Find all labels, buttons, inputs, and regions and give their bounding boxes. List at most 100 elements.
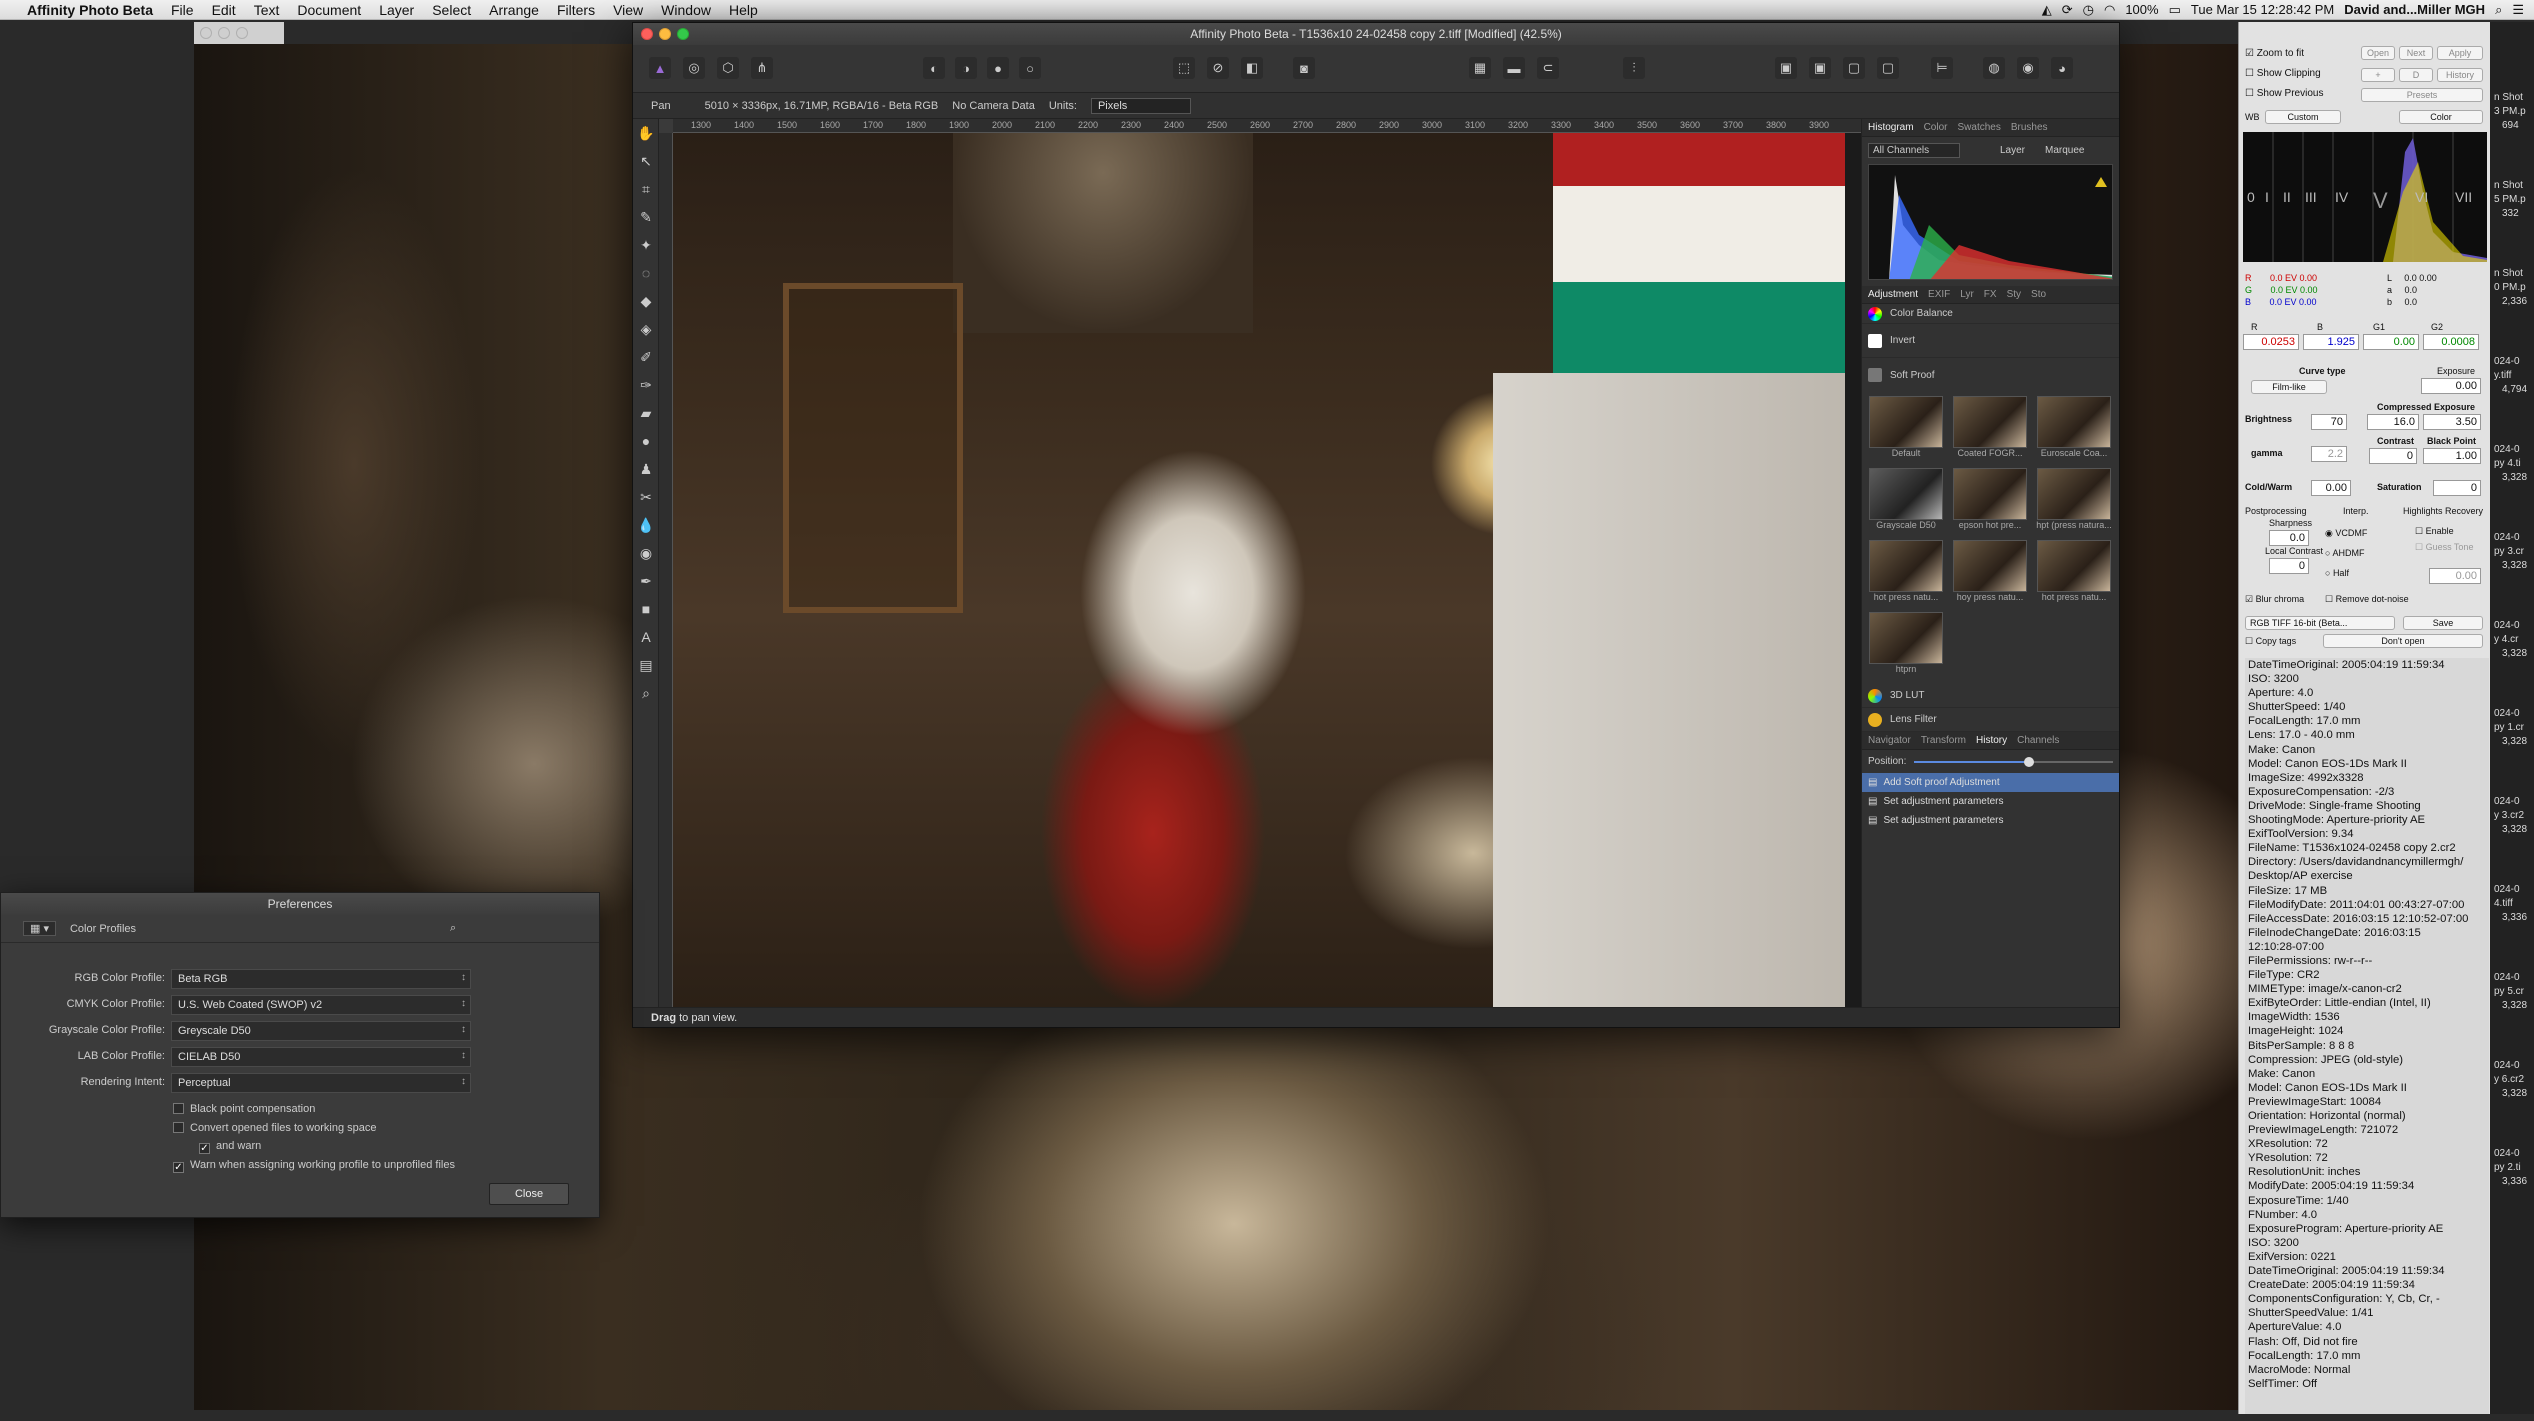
- desktop-file-label[interactable]: y 6.cr2: [2494, 1074, 2534, 1085]
- preset-hot-press-1[interactable]: hot press natu...: [1866, 540, 1946, 608]
- desktop-file-label[interactable]: 4.tiff: [2494, 898, 2534, 909]
- invert-selection-icon[interactable]: ◧: [1241, 57, 1263, 79]
- desktop-file-label[interactable]: 024-0: [2494, 708, 2534, 719]
- spotlight-icon[interactable]: ⌕: [2495, 2, 2502, 18]
- list-icon[interactable]: ☰: [2512, 2, 2524, 18]
- desktop-file-label[interactable]: y.tiff: [2494, 370, 2534, 381]
- wifi-icon[interactable]: ◠: [2104, 2, 2115, 18]
- history-item[interactable]: ▤ Add Soft proof Adjustment: [1862, 773, 2119, 792]
- desktop-file-label[interactable]: 3,328: [2502, 824, 2534, 835]
- saturation-field[interactable]: 0: [2433, 480, 2481, 496]
- menu-view[interactable]: View: [604, 0, 652, 20]
- color-select[interactable]: Color: [2399, 110, 2483, 124]
- menu-select[interactable]: Select: [423, 0, 480, 20]
- desktop-file-label[interactable]: 3,336: [2502, 912, 2534, 923]
- mult-g2-field[interactable]: 0.0008: [2423, 334, 2479, 350]
- battery-icon[interactable]: ▭: [2169, 2, 2181, 18]
- desktop-file-label[interactable]: n Shot: [2494, 92, 2534, 103]
- menu-edit[interactable]: Edit: [203, 0, 245, 20]
- menu-help[interactable]: Help: [720, 0, 767, 20]
- lasso-icon[interactable]: ◌: [633, 259, 659, 287]
- brightness-field[interactable]: 70: [2311, 414, 2347, 430]
- gamma-field[interactable]: 2.2: [2311, 446, 2347, 462]
- units-select[interactable]: Pixels: [1090, 97, 1191, 114]
- desktop-file-label[interactable]: 332: [2502, 208, 2534, 219]
- tab-history[interactable]: History: [1976, 735, 2007, 746]
- wb-select[interactable]: Custom: [2265, 110, 2341, 124]
- desktop-file-label[interactable]: 024-0: [2494, 1148, 2534, 1159]
- desktop-file-label[interactable]: 3 PM.p: [2494, 106, 2534, 117]
- preset-grayscale[interactable]: Grayscale D50: [1866, 468, 1946, 536]
- save-button[interactable]: Save: [2403, 616, 2483, 630]
- output-format-select[interactable]: RGB TIFF 16-bit (Beta...: [2245, 616, 2395, 630]
- next-button[interactable]: Next: [2399, 46, 2433, 60]
- tab-swatches[interactable]: Swatches: [1957, 122, 2000, 133]
- preset-coated-fogra[interactable]: Coated FOGR...: [1950, 396, 2030, 464]
- pen-tool-icon[interactable]: ✒: [633, 567, 659, 595]
- tab-brushes[interactable]: Brushes: [2011, 122, 2048, 133]
- apply-button[interactable]: Apply: [2437, 46, 2483, 60]
- menu-file[interactable]: File: [162, 0, 203, 20]
- presets-select[interactable]: Presets: [2361, 88, 2483, 102]
- text-tool-icon[interactable]: A: [633, 623, 659, 651]
- hr-field[interactable]: 0.00: [2429, 568, 2481, 584]
- export-persona-icon[interactable]: ⋔: [751, 57, 773, 79]
- clock[interactable]: Tue Mar 15 12:28:42 PM: [2191, 2, 2334, 17]
- black-point-field[interactable]: 1.00: [2423, 448, 2481, 464]
- preset-hoy-press[interactable]: hoy press natu...: [1950, 540, 2030, 608]
- arrange-forward-icon[interactable]: ▢: [1843, 57, 1865, 79]
- tab-transform[interactable]: Transform: [1921, 735, 1966, 746]
- tab-navigator[interactable]: Navigator: [1868, 735, 1911, 746]
- desktop-file-label[interactable]: py 3.cr: [2494, 546, 2534, 557]
- flood-select-icon[interactable]: ✦: [633, 231, 659, 259]
- assistant-icon[interactable]: ▬: [1503, 57, 1525, 79]
- desktop-file-label[interactable]: 024-0: [2494, 972, 2534, 983]
- compressed-a-field[interactable]: 16.0: [2367, 414, 2419, 430]
- menu-text[interactable]: Text: [245, 0, 289, 20]
- add-button[interactable]: +: [2361, 68, 2395, 82]
- blur-icon[interactable]: 💧: [633, 511, 659, 539]
- adjustment-color-balance[interactable]: Color Balance: [1862, 304, 2119, 324]
- desktop-file-label[interactable]: y 3.cr2: [2494, 810, 2534, 821]
- user-name[interactable]: David and...Miller MGH: [2344, 2, 2485, 17]
- battery-percent[interactable]: 100%: [2125, 2, 2158, 17]
- quick-mask-icon[interactable]: ◙: [1293, 57, 1315, 79]
- and-warn-checkbox[interactable]: ✓ and warn: [199, 1140, 261, 1154]
- blemish-icon[interactable]: ✂: [633, 483, 659, 511]
- preset-euroscale[interactable]: Euroscale Coa...: [2034, 396, 2114, 464]
- desktop-file-label[interactable]: 024-0: [2494, 796, 2534, 807]
- convert-working-space-checkbox[interactable]: Convert opened files to working space: [173, 1122, 377, 1134]
- cmyk-profile-select[interactable]: U.S. Web Coated (SWOP) v2: [171, 995, 471, 1015]
- tab-styles[interactable]: Sty: [2007, 289, 2021, 300]
- liquify-persona-icon[interactable]: ◎: [683, 57, 705, 79]
- tab-channels[interactable]: Channels: [2017, 735, 2059, 746]
- adjustment-3d-lut[interactable]: 3D LUT: [1862, 684, 2119, 708]
- cold-warm-field[interactable]: 0.00: [2311, 480, 2351, 496]
- desktop-file-label[interactable]: py 4.ti: [2494, 458, 2534, 469]
- guess-tone-checkbox[interactable]: ☐ Guess Tone: [2415, 542, 2473, 553]
- interp-ahdmf-radio[interactable]: ○ AHDMF: [2325, 548, 2364, 558]
- context-toolbar-icon[interactable]: ⫶: [1623, 57, 1645, 79]
- desktop-file-label[interactable]: 024-0: [2494, 532, 2534, 543]
- mesh-warp-icon[interactable]: ▤: [633, 651, 659, 679]
- rgb-profile-select[interactable]: Beta RGB: [171, 969, 471, 989]
- clone-icon[interactable]: ♟: [633, 455, 659, 483]
- desktop-file-label[interactable]: n Shot: [2494, 268, 2534, 279]
- open-button[interactable]: Open: [2361, 46, 2395, 60]
- grayscale-profile-select[interactable]: Greyscale D50: [171, 1021, 471, 1041]
- dodge-icon[interactable]: ●: [633, 427, 659, 455]
- exposure-field[interactable]: 0.00: [2421, 378, 2481, 394]
- fill-tool-icon[interactable]: ◆: [633, 287, 659, 315]
- mult-b-field[interactable]: 1.925: [2303, 334, 2359, 350]
- paint-brush-icon[interactable]: ✐: [633, 343, 659, 371]
- paint-mixer-icon[interactable]: ✑: [633, 371, 659, 399]
- sync-icon[interactable]: ⟳: [2062, 2, 2073, 18]
- layer-checkbox[interactable]: Layer: [2000, 145, 2025, 156]
- black-point-checkbox[interactable]: Black point compensation: [173, 1103, 315, 1115]
- desktop-file-label[interactable]: 2,336: [2502, 296, 2534, 307]
- desktop-file-label[interactable]: 024-0: [2494, 1060, 2534, 1071]
- desktop-file-label[interactable]: 3,328: [2502, 1000, 2534, 1011]
- close-icon[interactable]: [200, 27, 212, 39]
- menu-layer[interactable]: Layer: [370, 0, 423, 20]
- share-icon[interactable]: ◉: [2017, 57, 2039, 79]
